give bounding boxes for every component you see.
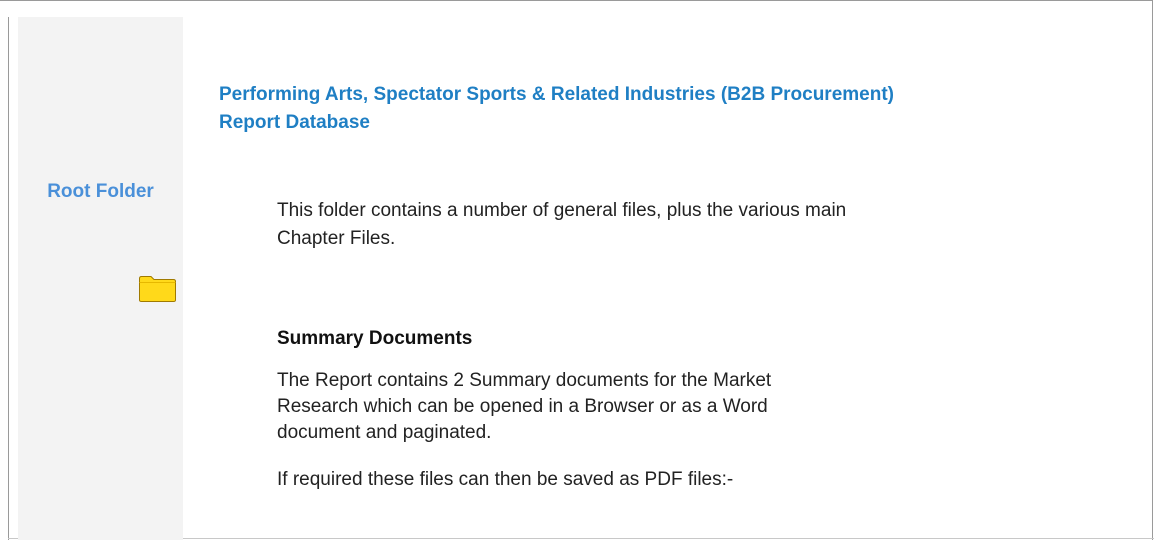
report-title: Performing Arts, Spectator Sports & Rela… [219,84,894,133]
intro-paragraph: This folder contains a number of general… [277,200,847,249]
frame-left-border [8,17,9,540]
section-heading: Summary Documents [277,328,473,349]
folder-icon[interactable] [138,274,177,303]
summary-description: The Report contains 2 Summary documents … [277,370,772,443]
sidebar: Root Folder [18,17,183,540]
pdf-note: If required these files can then be save… [277,469,734,490]
sidebar-title: Root Folder [47,181,154,202]
